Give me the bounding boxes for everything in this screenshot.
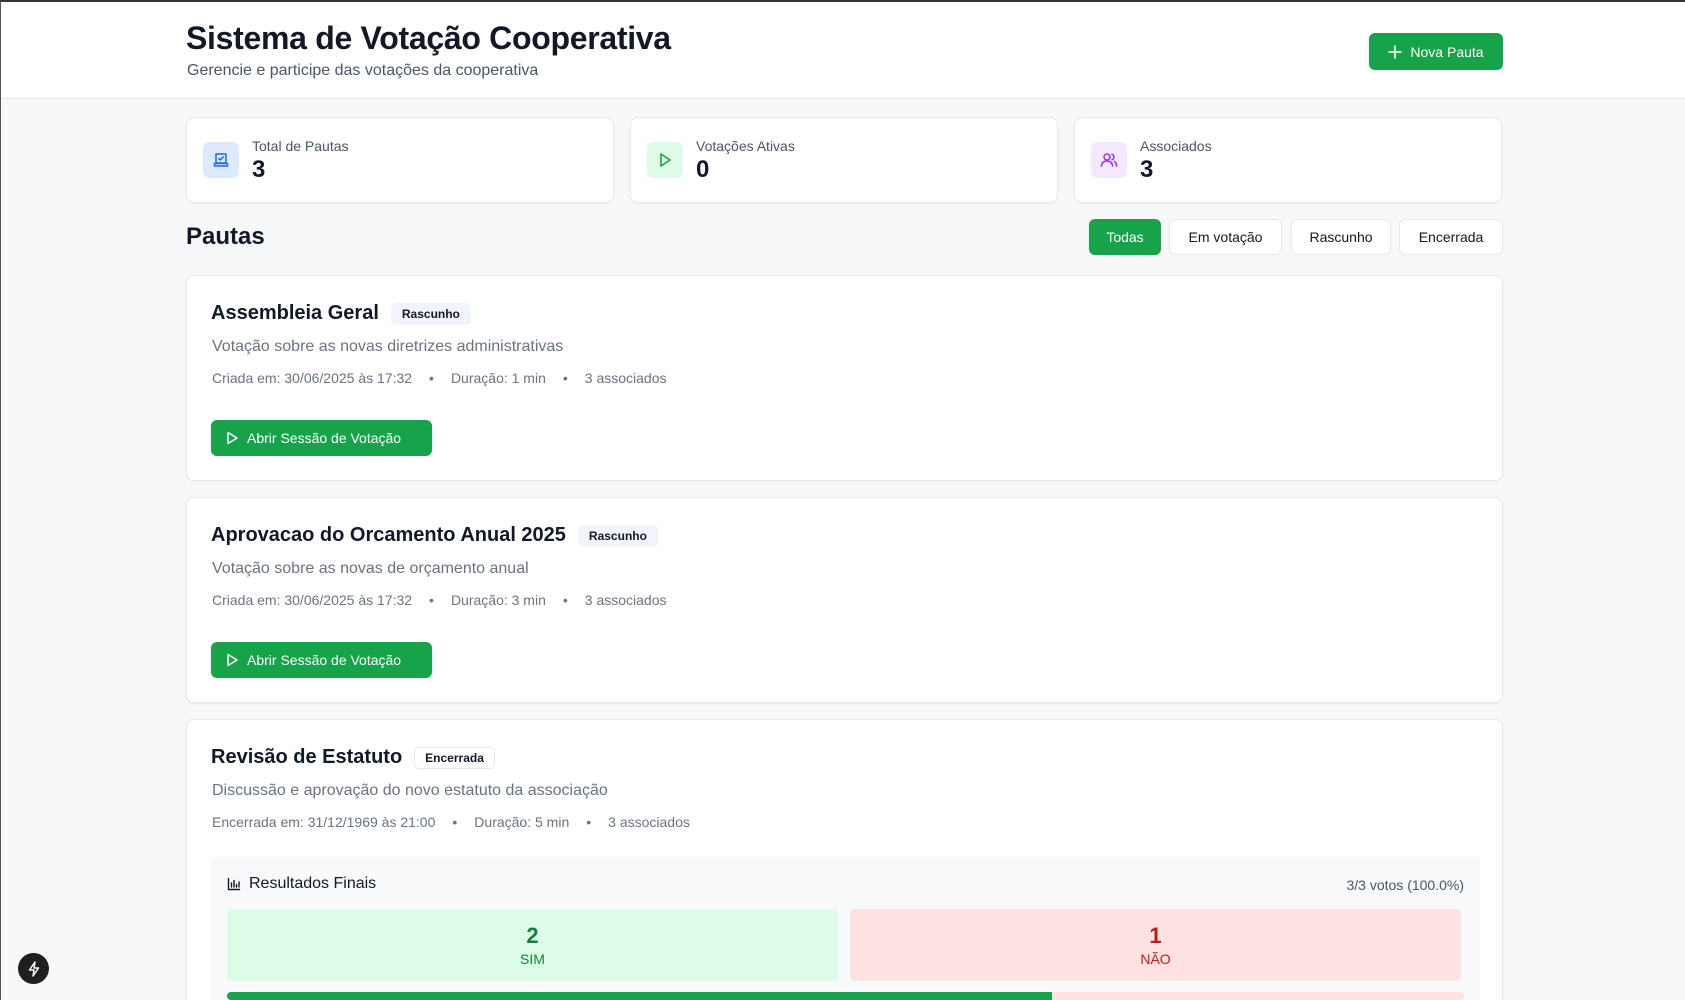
pauta-card: Revisão de Estatuto Encerrada Discussão … xyxy=(186,719,1503,1000)
pauta-card: Aprovacao do Orcamento Anual 2025 Rascun… xyxy=(186,497,1503,703)
section-title: Pautas xyxy=(186,223,265,250)
yes-label: SIM xyxy=(520,951,545,967)
stat-label: Votações Ativas xyxy=(696,138,795,154)
results-progress-fill xyxy=(227,992,1052,1000)
stat-value: 0 xyxy=(696,156,710,183)
page-title: Sistema de Votação Cooperativa xyxy=(186,20,671,56)
pauta-description: Votação sobre as novas diretrizes admini… xyxy=(212,338,564,355)
pauta-date: Criada em: 30/06/2025 às 17:32 xyxy=(212,370,413,386)
filter-encerrada[interactable]: Encerrada xyxy=(1399,219,1503,255)
pauta-date: Criada em: 30/06/2025 às 17:32 xyxy=(212,592,413,608)
meta-separator: • xyxy=(452,814,458,830)
play-icon xyxy=(647,142,683,178)
meta-separator: • xyxy=(562,592,568,608)
filter-rascunho[interactable]: Rascunho xyxy=(1291,219,1391,255)
pauta-card: Assembleia Geral Rascunho Votação sobre … xyxy=(186,275,1503,481)
meta-separator: • xyxy=(429,592,434,608)
lightning-button[interactable] xyxy=(18,953,49,984)
status-badge: Rascunho xyxy=(390,302,471,325)
results-progress-bar xyxy=(227,992,1464,1000)
play-icon xyxy=(227,653,238,667)
meta-separator: • xyxy=(429,370,434,386)
stat-value: 3 xyxy=(1140,156,1154,183)
meta-separator: • xyxy=(562,370,568,386)
pauta-description: Discussão e aprovação do novo estatuto d… xyxy=(212,782,608,799)
pauta-duration: Duração: 5 min xyxy=(474,814,570,830)
pauta-description: Votação sobre as novas de orçamento anua… xyxy=(212,560,529,577)
stats-row: Total de Pautas 3 Votações Ativas 0 Asso… xyxy=(186,117,1503,203)
pauta-title: Revisão de Estatuto xyxy=(211,746,403,768)
open-session-label: Abrir Sessão de Votação xyxy=(247,430,402,446)
stat-label: Associados xyxy=(1140,138,1212,154)
stat-card-votacoes-ativas: Votações Ativas 0 xyxy=(630,117,1058,203)
pauta-date: Encerrada em: 31/12/1969 às 21:00 xyxy=(212,814,436,830)
open-session-button[interactable]: Abrir Sessão de Votação xyxy=(211,420,432,456)
pauta-title: Assembleia Geral xyxy=(211,302,379,324)
yes-result-box: 2 SIM xyxy=(227,909,838,981)
pauta-members: 3 associados xyxy=(584,370,667,386)
stat-card-total-pautas: Total de Pautas 3 xyxy=(186,117,614,203)
new-pauta-label: Nova Pauta xyxy=(1410,43,1484,60)
filter-em-votacao[interactable]: Em votação xyxy=(1169,219,1282,255)
page-subtitle: Gerencie e participe das votações da coo… xyxy=(187,62,539,79)
stat-card-associados: Associados 3 xyxy=(1074,117,1502,203)
users-icon xyxy=(1091,142,1127,178)
pauta-meta: Encerrada em: 31/12/1969 às 21:00 • Dura… xyxy=(212,814,690,830)
meta-separator: • xyxy=(586,814,592,830)
pauta-duration: Duração: 3 min xyxy=(450,592,546,608)
open-session-label: Abrir Sessão de Votação xyxy=(247,652,402,668)
no-count: 1 xyxy=(1149,923,1162,948)
results-panel: Resultados Finais 3/3 votos (100.0%) 2 S… xyxy=(211,857,1480,1000)
results-vote-count: 3/3 votos (100.0%) xyxy=(1346,877,1464,893)
yes-count: 2 xyxy=(526,923,539,948)
bar-chart-icon xyxy=(227,877,241,891)
new-pauta-button[interactable]: Nova Pauta xyxy=(1369,33,1503,70)
play-icon xyxy=(227,431,238,445)
ballot-box-icon xyxy=(203,142,239,178)
pauta-members: 3 associados xyxy=(608,814,690,830)
lightning-icon xyxy=(28,960,39,977)
status-badge: Encerrada xyxy=(414,746,495,769)
stat-value: 3 xyxy=(252,156,266,183)
no-label: NÃO xyxy=(1140,951,1171,967)
pauta-members: 3 associados xyxy=(584,592,667,608)
plus-icon xyxy=(1388,44,1403,59)
pauta-meta: Criada em: 30/06/2025 às 17:32 • Duração… xyxy=(212,592,667,608)
open-session-button[interactable]: Abrir Sessão de Votação xyxy=(211,642,432,678)
filter-todas[interactable]: Todas xyxy=(1089,219,1161,255)
no-result-box: 1 NÃO xyxy=(850,909,1461,981)
status-badge: Rascunho xyxy=(577,524,658,547)
pauta-duration: Duração: 1 min xyxy=(450,370,546,386)
pauta-title: Aprovacao do Orcamento Anual 2025 xyxy=(211,524,566,546)
stat-label: Total de Pautas xyxy=(252,138,349,154)
results-title: Resultados Finais xyxy=(249,875,377,892)
app-header: Sistema de Votação Cooperativa Gerencie … xyxy=(1,2,1685,99)
pauta-meta: Criada em: 30/06/2025 às 17:32 • Duração… xyxy=(212,370,667,386)
